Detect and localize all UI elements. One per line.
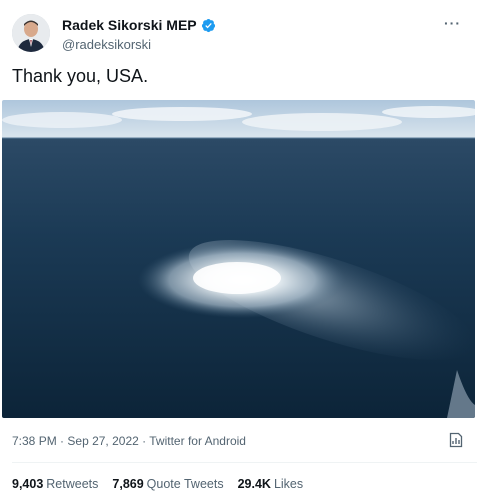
tweet-source[interactable]: Twitter for Android: [149, 434, 246, 448]
tweet-header: Radek Sikorski MEP @radeksikorski ···: [12, 14, 467, 58]
analytics-icon[interactable]: [449, 432, 463, 448]
tweet-text: Thank you, USA.: [12, 66, 149, 86]
divider: [12, 462, 477, 463]
more-options-icon[interactable]: ···: [444, 16, 461, 30]
tweet-time[interactable]: 7:38 PM: [12, 434, 57, 448]
tweet-stats: 9,403 Retweets 7,869 Quote Tweets 29.4K Lik…: [12, 477, 303, 491]
display-name[interactable]: Radek Sikorski MEP: [62, 17, 197, 33]
retweets-label: Retweets: [46, 477, 99, 491]
likes-label: Likes: [273, 477, 304, 491]
quote-tweets-label: Quote Tweets: [146, 477, 224, 491]
avatar[interactable]: [12, 14, 50, 52]
likes-stat[interactable]: 29.4K Likes: [238, 477, 304, 491]
verified-badge-icon: [201, 18, 216, 33]
tweet-photo[interactable]: [2, 100, 475, 418]
author-block: Radek Sikorski MEP @radeksikorski: [62, 16, 216, 52]
quote-tweets-count: 7,869: [112, 477, 144, 491]
tweet-meta: 7:38 PM · Sep 27, 2022 · Twitter for And…: [12, 434, 246, 448]
retweets-count: 9,403: [12, 477, 44, 491]
meta-separator: ·: [60, 434, 65, 448]
retweets-stat[interactable]: 9,403 Retweets: [12, 477, 98, 491]
quote-tweets-stat[interactable]: 7,869 Quote Tweets: [112, 477, 223, 491]
author-handle[interactable]: @radeksikorski: [62, 37, 216, 52]
tweet-date[interactable]: Sep 27, 2022: [67, 434, 138, 448]
tweet-card: Radek Sikorski MEP @radeksikorski ··· Th…: [0, 0, 477, 500]
meta-separator: ·: [142, 434, 147, 448]
likes-count: 29.4K: [237, 477, 271, 491]
